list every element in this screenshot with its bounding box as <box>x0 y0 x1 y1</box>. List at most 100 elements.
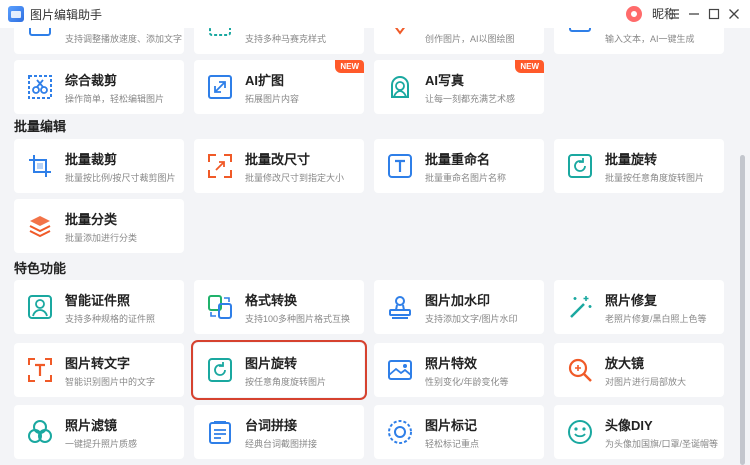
photo-effect-icon <box>388 360 412 380</box>
card-title: 放大镜 <box>605 356 645 371</box>
tool-card-image-rotate[interactable]: 图片旋转 按任意角度旋转图片 <box>191 340 367 400</box>
close-icon <box>729 9 739 19</box>
video-icon <box>29 28 51 36</box>
smiley-icon <box>568 420 592 444</box>
card-title: 头像DIY <box>605 418 653 433</box>
portrait-icon <box>391 76 409 98</box>
tool-card-id-photo[interactable]: 智能证件照 支持多种规格的证件照 <box>14 280 184 334</box>
card-desc: 输入文本，AI一键生成 <box>605 34 695 44</box>
menu-button[interactable] <box>664 4 684 24</box>
tool-card-batch-crop[interactable]: 批量裁剪 批量按比例/按尺寸裁剪图片 <box>14 139 184 193</box>
tool-card-ai-portrait[interactable]: AI写真 让每一刻都充满艺术感 NEW <box>374 60 544 114</box>
card-desc: 按任意角度旋转图片 <box>245 377 327 387</box>
card-desc: 让每一刻都充满艺术感 <box>425 94 516 104</box>
tool-card-avatar-diy[interactable]: 头像DIY 为头像加国旗/口罩/圣诞帽等 <box>554 405 724 459</box>
mark-icon <box>388 420 412 444</box>
tool-card-photo-repair[interactable]: 照片修复 老照片修复/黑白照上色等 <box>554 280 724 334</box>
rotate-icon <box>208 358 232 382</box>
magic-wand-icon <box>570 296 592 318</box>
layers-icon <box>29 216 51 238</box>
tools-panel: 支持调整播放速度、添加文字 支持多种马赛克样式 创作图片，AI以图绘图 输入文本… <box>0 28 750 465</box>
card-desc: 操作简单，轻松编辑图片 <box>65 94 165 104</box>
card-desc: 一键提升照片质感 <box>65 439 138 449</box>
magnifier-icon <box>568 358 592 382</box>
filter-icon <box>28 420 52 443</box>
card-desc: 批量按比例/按尺寸裁剪图片 <box>65 173 176 183</box>
close-button[interactable] <box>724 4 744 24</box>
new-badge: NEW <box>335 60 364 73</box>
card-desc: 支持100多种图片格式互换 <box>245 314 351 324</box>
tool-card-subtitle-stitch[interactable]: 台词拼接 经典台词截图拼接 <box>194 405 364 459</box>
app-logo-icon <box>8 6 24 22</box>
maximize-icon <box>708 8 720 20</box>
card-title: 格式转换 <box>245 293 298 308</box>
tool-card-partial-3[interactable]: 创作图片，AI以图绘图 <box>374 28 544 54</box>
id-photo-icon <box>28 295 52 319</box>
card-title: 图片加水印 <box>425 293 491 308</box>
card-desc: 性别变化/年龄变化等 <box>425 377 509 387</box>
watermark-stamp-icon <box>389 296 411 319</box>
card-desc: 拓展图片内容 <box>245 94 300 104</box>
tool-card-watermark[interactable]: 图片加水印 支持添加文字/图片水印 <box>374 280 544 334</box>
tool-card-partial-2[interactable]: 支持多种马赛克样式 <box>194 28 364 54</box>
tool-card-filter[interactable]: 照片滤镜 一键提升照片质感 <box>14 405 184 459</box>
card-title: 图片标记 <box>425 418 478 433</box>
card-title: 批量改尺寸 <box>245 152 311 167</box>
tool-card-batch-classify[interactable]: 批量分类 批量添加进行分类 <box>14 199 184 253</box>
tool-card-crop[interactable]: 综合裁剪 操作简单，轻松编辑图片 <box>14 60 184 114</box>
crop-scissors-icon <box>28 75 52 99</box>
minimize-icon <box>689 13 699 15</box>
card-desc: 批量添加进行分类 <box>65 233 138 243</box>
expand-arrows-icon <box>208 75 232 99</box>
card-title: 智能证件照 <box>65 293 131 308</box>
avatar[interactable] <box>626 5 642 22</box>
tool-card-partial-4[interactable]: 输入文本，AI一键生成 <box>554 28 724 54</box>
ai-text-icon <box>569 28 591 32</box>
tool-card-ocr[interactable]: 图片转文字 智能识别图片中的文字 <box>14 343 184 397</box>
scrollbar-thumb[interactable] <box>740 155 745 465</box>
card-title: 照片滤镜 <box>65 418 118 433</box>
card-title: 综合裁剪 <box>65 73 118 88</box>
card-desc: 创作图片，AI以图绘图 <box>425 34 515 44</box>
batch-crop-icon <box>29 155 51 177</box>
resize-icon <box>208 154 232 178</box>
window-controls <box>664 4 744 24</box>
tool-card-ai-expand[interactable]: AI扩图 拓展图片内容 NEW <box>194 60 364 114</box>
ocr-text-icon <box>28 358 52 382</box>
tool-card-photo-effect[interactable]: 照片特效 性别变化/年龄变化等 <box>374 343 544 397</box>
card-desc: 为头像加国旗/口罩/圣诞帽等 <box>605 439 719 449</box>
title-bar: 图片编辑助手 昵称 <box>0 0 750 28</box>
tool-card-batch-rename[interactable]: 批量重命名 批量重命名图片名称 <box>374 139 544 193</box>
card-desc: 经典台词截图拼接 <box>245 439 318 449</box>
card-desc: 轻松标记重点 <box>425 439 480 449</box>
batch-rotate-icon <box>568 154 592 178</box>
card-title: 照片特效 <box>425 356 478 371</box>
maximize-button[interactable] <box>704 4 724 24</box>
card-desc: 智能识别图片中的文字 <box>65 377 156 387</box>
card-desc: 对图片进行局部放大 <box>605 377 687 387</box>
format-convert-icon <box>208 295 232 319</box>
card-desc: 老照片修复/黑白照上色等 <box>605 314 707 324</box>
card-desc: 支持多种马赛克样式 <box>245 34 327 44</box>
tool-card-magnifier[interactable]: 放大镜 对图片进行局部放大 <box>554 343 724 397</box>
rename-icon <box>388 154 412 178</box>
card-title: 批量重命名 <box>425 152 491 167</box>
tool-card-batch-resize[interactable]: 批量改尺寸 批量修改尺寸到指定大小 <box>194 139 364 193</box>
ai-draw-icon <box>395 28 405 35</box>
section-title-special: 特色功能 <box>14 261 67 276</box>
card-title: 批量分类 <box>65 212 118 227</box>
tool-card-format-convert[interactable]: 格式转换 支持100多种图片格式互换 <box>194 280 364 334</box>
card-desc: 支持添加文字/图片水印 <box>425 314 518 324</box>
subtitle-icon <box>209 421 231 444</box>
section-title-batch: 批量编辑 <box>14 119 67 134</box>
card-desc: 批量修改尺寸到指定大小 <box>245 173 345 183</box>
tool-card-image-mark[interactable]: 图片标记 轻松标记重点 <box>374 405 544 459</box>
card-title: 批量旋转 <box>605 152 658 167</box>
card-title: 图片转文字 <box>65 356 131 371</box>
app-title: 图片编辑助手 <box>30 7 103 22</box>
minimize-button[interactable] <box>684 4 704 24</box>
tool-card-batch-rotate[interactable]: 批量旋转 批量按任意角度旋转图片 <box>554 139 724 193</box>
mosaic-icon <box>209 28 231 36</box>
card-title: 照片修复 <box>605 293 658 308</box>
tool-card-partial-1[interactable]: 支持调整播放速度、添加文字 <box>14 28 184 54</box>
